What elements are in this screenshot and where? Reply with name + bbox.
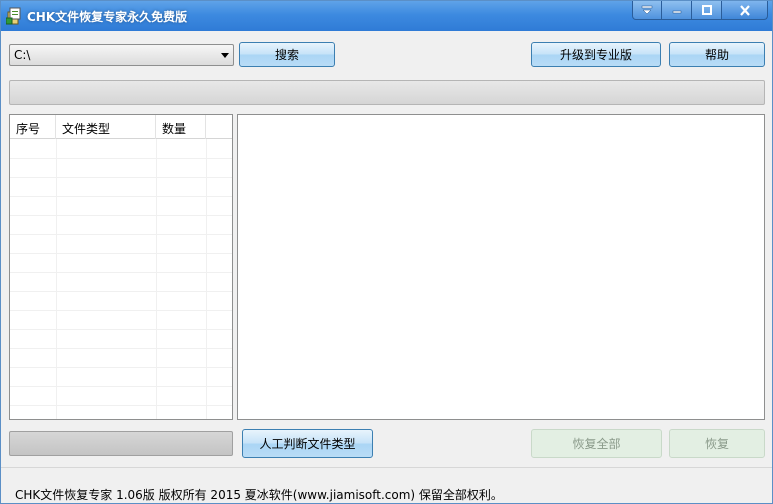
- column-header-filler: [206, 115, 232, 139]
- minimize-icon: [672, 10, 681, 14]
- grid-line: [10, 215, 232, 216]
- scan-progress-bar: [9, 80, 765, 105]
- close-button[interactable]: [722, 1, 768, 20]
- upgrade-button[interactable]: 升级到专业版: [531, 42, 661, 67]
- main-window: CHK文件恢复专家永久免费版 C:\ 搜索 升级到专业版 帮助 序号 文件类型 …: [0, 0, 773, 504]
- grid-line: [10, 310, 232, 311]
- recover-button[interactable]: 恢复: [669, 429, 765, 458]
- grid-line: [10, 234, 232, 235]
- recover-all-button[interactable]: 恢复全部: [531, 429, 662, 458]
- maximize-button[interactable]: [692, 1, 722, 20]
- file-types-list[interactable]: 序号 文件类型 数量: [9, 114, 233, 420]
- grid-line: [10, 405, 232, 406]
- drive-select-value: C:\: [14, 48, 31, 62]
- help-button[interactable]: 帮助: [669, 42, 765, 67]
- grid-line: [10, 253, 232, 254]
- grid-line: [10, 177, 232, 178]
- close-icon: [739, 4, 750, 16]
- grid-line: [56, 139, 57, 419]
- grid-line: [10, 272, 232, 273]
- column-header-index[interactable]: 序号: [10, 115, 56, 139]
- grid-line: [10, 158, 232, 159]
- file-detail-pane[interactable]: [237, 114, 765, 420]
- grid-line: [206, 139, 207, 419]
- recover-progress-bar: [9, 431, 233, 456]
- chevron-down-icon[interactable]: [221, 53, 229, 58]
- grid-line: [10, 196, 232, 197]
- grid-line: [10, 386, 232, 387]
- menu-button[interactable]: [632, 1, 662, 20]
- search-button[interactable]: 搜索: [239, 42, 335, 67]
- status-bar: CHK文件恢复专家 1.06版 版权所有 2015 夏冰软件(www.jiami…: [1, 467, 772, 503]
- title-bar[interactable]: CHK文件恢复专家永久免费版: [1, 1, 772, 31]
- column-header-count[interactable]: 数量: [156, 115, 206, 139]
- copyright-text: CHK文件恢复专家 1.06版 版权所有 2015 夏冰软件(www.jiami…: [15, 488, 503, 502]
- grid-line: [10, 291, 232, 292]
- grid-line: [10, 367, 232, 368]
- window-title: CHK文件恢复专家永久免费版: [27, 10, 188, 24]
- grid-line: [10, 348, 232, 349]
- manual-detect-button[interactable]: 人工判断文件类型: [242, 429, 373, 458]
- app-icon: [6, 7, 21, 25]
- menu-icon: [641, 5, 653, 15]
- maximize-icon: [701, 5, 712, 15]
- list-header: 序号 文件类型 数量: [10, 115, 232, 139]
- minimize-button[interactable]: [662, 1, 692, 20]
- grid-line: [10, 329, 232, 330]
- drive-select[interactable]: C:\: [9, 44, 234, 66]
- caption-buttons: [632, 1, 768, 21]
- column-header-file-type[interactable]: 文件类型: [56, 115, 156, 139]
- grid-line: [156, 139, 157, 419]
